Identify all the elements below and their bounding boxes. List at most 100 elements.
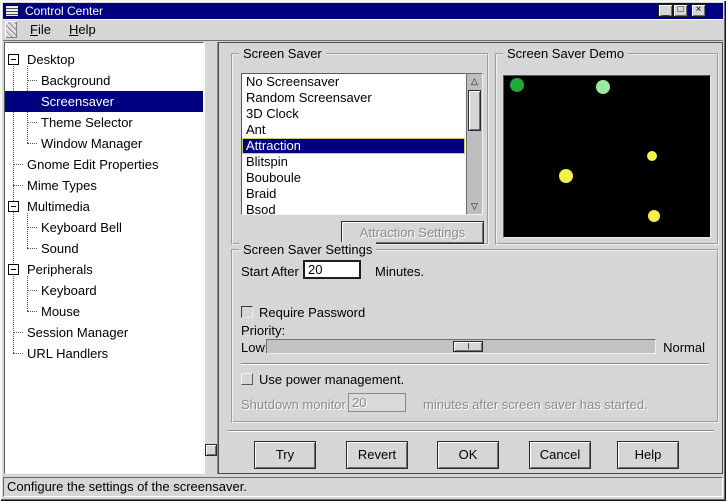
tree-collapse-icon[interactable] (8, 54, 19, 65)
tree-collapse-icon[interactable] (8, 201, 19, 212)
tree-item-peripherals[interactable]: Peripherals (5, 259, 203, 280)
screensaver-group: Screen Saver No ScreensaverRandom Screen… (231, 53, 489, 245)
window-menu-icon[interactable] (5, 5, 19, 17)
demo-particle-dot (596, 80, 610, 94)
tree-item-theme-selector[interactable]: Theme Selector (5, 112, 203, 133)
try-button[interactable]: Try (254, 441, 316, 469)
scroll-up-icon[interactable]: △ (467, 74, 482, 89)
buttons-separator (227, 430, 714, 432)
cancel-button[interactable]: Cancel (529, 441, 591, 469)
settings-separator (241, 363, 709, 365)
tree-item-mime-types[interactable]: Mime Types (5, 175, 203, 196)
help-button[interactable]: Help (617, 441, 679, 469)
ok-button[interactable]: OK (437, 441, 499, 469)
list-item-no-screensaver[interactable]: No Screensaver (242, 74, 465, 90)
start-after-input[interactable] (303, 260, 361, 279)
start-after-label: Start After (241, 264, 299, 279)
tree-connector (27, 290, 37, 291)
tree-item-label: Keyboard (41, 283, 97, 298)
tree-connector (13, 164, 23, 165)
priority-slider-thumb[interactable] (453, 341, 483, 352)
statusbar-text: Configure the settings of the screensave… (7, 479, 247, 494)
scrollbar-thumb[interactable] (468, 90, 481, 131)
revert-button[interactable]: Revert (346, 441, 408, 469)
tree-connector (27, 311, 37, 312)
tree-item-url-handlers[interactable]: URL Handlers (5, 343, 203, 364)
screensaver-list-scrollbar[interactable]: △ ▽ (466, 73, 483, 215)
list-item-bsod[interactable]: Bsod (242, 202, 465, 215)
menu-file[interactable]: File (21, 19, 60, 40)
pane-divider[interactable] (204, 42, 218, 474)
settings-group-label: Screen Saver Settings (239, 242, 376, 257)
priority-low-label: Low (241, 340, 265, 355)
tree-connector (13, 353, 23, 354)
tree-item-label: Keyboard Bell (41, 220, 122, 235)
list-item-blitspin[interactable]: Blitspin (242, 154, 465, 170)
priority-normal-label: Normal (663, 340, 705, 355)
menu-help[interactable]: Help (60, 19, 105, 40)
tree-item-label: Mime Types (27, 178, 97, 193)
tree-item-session-manager[interactable]: Session Manager (5, 322, 203, 343)
tree-item-label: Sound (41, 241, 79, 256)
titlebar[interactable]: Control Center _□× (3, 3, 723, 19)
tree-item-gnome-edit-properties[interactable]: Gnome Edit Properties (5, 154, 203, 175)
list-item-bouboule[interactable]: Bouboule (242, 170, 465, 186)
tree-connector (27, 143, 37, 144)
tree-item-screensaver[interactable]: Screensaver (5, 91, 203, 112)
demo-particle-dot (510, 78, 524, 92)
scroll-down-icon[interactable]: ▽ (467, 199, 482, 214)
priority-slider[interactable] (266, 339, 656, 354)
minutes-label: Minutes. (375, 264, 424, 279)
tree-item-sound[interactable]: Sound (5, 238, 203, 259)
tree-item-label: Mouse (41, 304, 80, 319)
screensaver-demo-preview (503, 75, 711, 238)
tree-collapse-icon[interactable] (8, 264, 19, 275)
tree-connector (27, 122, 37, 123)
require-password-label[interactable]: Require Password (259, 305, 365, 320)
tree-item-label: Window Manager (41, 136, 142, 151)
list-item-attraction[interactable]: Attraction (242, 138, 465, 154)
priority-label: Priority: (241, 323, 285, 338)
tree-item-label: Session Manager (27, 325, 128, 340)
tree-item-window-manager[interactable]: Window Manager (5, 133, 203, 154)
shutdown-monitor-label: Shutdown monitor (241, 397, 346, 412)
list-item-random-screensaver[interactable]: Random Screensaver (242, 90, 465, 106)
capplet-panel: Screen Saver No ScreensaverRandom Screen… (218, 42, 723, 474)
tree-item-background[interactable]: Background (5, 70, 203, 91)
list-item-braid[interactable]: Braid (242, 186, 465, 202)
demo-group-label: Screen Saver Demo (503, 46, 628, 61)
minimize-button[interactable]: _ (658, 4, 673, 17)
demo-particle-dot (647, 151, 657, 161)
category-tree: DesktopBackground Screensaver Theme Select… (4, 42, 204, 474)
list-item-ant[interactable]: Ant (242, 122, 465, 138)
tree-item-keyboard[interactable]: Keyboard (5, 280, 203, 301)
tree-connector (13, 185, 23, 186)
tree-connector (27, 80, 37, 81)
tree-item-label: Gnome Edit Properties (27, 157, 159, 172)
tree-item-label: Screensaver (41, 94, 114, 109)
tree-item-keyboard-bell[interactable]: Keyboard Bell (5, 217, 203, 238)
settings-group: Screen Saver Settings Start After Minute… (231, 249, 719, 423)
close-button[interactable]: × (691, 4, 706, 17)
tree-item-label: URL Handlers (27, 346, 108, 361)
demo-group: Screen Saver Demo (495, 53, 719, 245)
list-item-3d-clock[interactable]: 3D Clock (242, 106, 465, 122)
demo-particle-dot (648, 210, 660, 222)
shutdown-monitor-suffix-label: minutes after screen saver has started. (423, 397, 648, 412)
maximize-button[interactable]: □ (673, 4, 688, 17)
require-password-checkbox[interactable] (241, 306, 253, 318)
tree-item-mouse[interactable]: Mouse (5, 301, 203, 322)
menubar: FileHelp (3, 19, 723, 40)
tree-connector (27, 248, 37, 249)
power-management-label[interactable]: Use power management. (259, 372, 404, 387)
statusbar: Configure the settings of the screensave… (3, 477, 723, 497)
screensaver-group-label: Screen Saver (239, 46, 326, 61)
tree-item-multimedia[interactable]: Multimedia (5, 196, 203, 217)
menubar-drag-handle[interactable] (5, 21, 17, 38)
pane-divider-handle[interactable] (205, 444, 217, 456)
window-title: Control Center (25, 4, 103, 18)
tree-item-desktop[interactable]: Desktop (5, 49, 203, 70)
demo-particle-dot (559, 169, 573, 183)
power-management-checkbox[interactable] (241, 373, 253, 385)
shutdown-monitor-input (348, 393, 406, 412)
